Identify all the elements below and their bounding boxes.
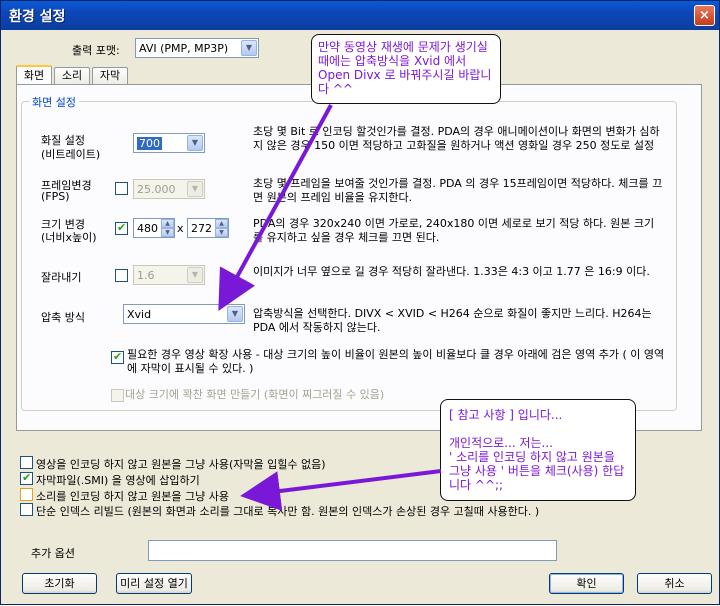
height-spinner[interactable]: 272 ▲ ▼: [187, 218, 229, 238]
quality-description: 초당 몇 Bit 로 인코딩 할것인가를 결정. PDA의 경우 애니메이션이나…: [253, 125, 660, 152]
extra-options-label: 추가 옵션: [31, 547, 75, 560]
crop-checkbox[interactable]: [115, 269, 128, 282]
output-format-label: 출력 포맷:: [72, 44, 120, 57]
group-title: 화면 설정: [29, 94, 79, 110]
option-label-1: 자막파일(.SMI) 을 영상에 삽입하기: [36, 474, 200, 487]
cancel-button[interactable]: 취소: [637, 573, 712, 594]
spin-down-icon[interactable]: ▼: [215, 228, 228, 237]
fit-checkbox[interactable]: [111, 389, 124, 402]
crop-value: 1.6: [137, 269, 155, 282]
width-value: 480: [137, 222, 158, 235]
option-label-0: 영상을 인코딩 하지 않고 원본을 그냥 사용(자막을 입힐수 없음): [36, 458, 326, 471]
callout-compression-text: 만약 동영상 재생에 문제가 생기실때에는 압축방식을 Xvid 에서 Open…: [318, 40, 492, 96]
compression-select[interactable]: Xvid ▼: [123, 304, 245, 324]
crop-description: 이미지가 너무 옆으로 길 경우 적당히 잘라낸다. 1.33은 4:3 이고 …: [253, 265, 650, 278]
spin-up-icon[interactable]: ▲: [161, 219, 174, 228]
close-button[interactable]: ×: [694, 5, 715, 26]
chevron-down-icon[interactable]: ▼: [227, 306, 243, 322]
width-spinner[interactable]: 480 ▲ ▼: [133, 218, 175, 238]
crop-label: 잘라내기: [41, 271, 82, 284]
chevron-down-icon[interactable]: ▼: [187, 181, 203, 197]
extra-options-input[interactable]: [148, 540, 557, 561]
quality-label-sub: (비트레이트): [41, 148, 101, 161]
title-bar[interactable]: 환경 설정 ×: [1, 1, 719, 30]
chevron-down-icon[interactable]: ▼: [187, 135, 203, 151]
option-checkbox-1[interactable]: [20, 471, 33, 485]
tab-subtitle[interactable]: 자막: [92, 67, 128, 85]
resize-description: PDA의 경우 320x240 이면 가로로, 240x180 이면 세로로 보…: [253, 217, 655, 244]
callout-compression-note: 만약 동영상 재생에 문제가 생기실때에는 압축방식을 Xvid 에서 Open…: [311, 34, 501, 104]
crop-select[interactable]: 1.6 ▼: [133, 265, 205, 285]
output-format-value: AVI (PMP, MP3P): [139, 42, 229, 55]
framerate-select[interactable]: 25.000 ▼: [133, 179, 205, 199]
tab-video[interactable]: 화면: [16, 65, 52, 86]
option-checkbox-2[interactable]: [20, 488, 33, 501]
expand-label: 필요한 경우 영상 확장 사용 - 대상 크기의 높이 비율이 원본의 높이 비…: [127, 348, 665, 375]
tab-audio[interactable]: 소리: [54, 67, 90, 85]
bitrate-select[interactable]: 700 ▼: [133, 133, 205, 153]
fit-label: 대상 크기에 꽉찬 화면 만들기 (화면이 찌그러질 수 있음): [125, 388, 385, 401]
expand-checkbox[interactable]: [111, 350, 124, 364]
option-label-2: 소리를 인코딩 하지 않고 원본을 그냥 사용: [36, 490, 230, 503]
callout-audio-line2: 개인적으로... 저는...: [449, 436, 553, 450]
load-presets-button[interactable]: 미리 설정 열기: [116, 573, 192, 594]
framerate-label-sub: (FPS): [41, 190, 70, 203]
callout-audio-note: [ 참고 사항 ] 입니다... 개인적으로... 저는... ' 소리를 인코…: [440, 399, 636, 501]
option-checkbox-3[interactable]: [20, 503, 33, 516]
resize-checkbox[interactable]: [115, 221, 128, 235]
compression-description: 압축방식을 선택한다. DIVX < XVID < H264 순으로 화질이 좋…: [253, 307, 652, 334]
callout-audio-title: [ 참고 사항 ] 입니다...: [449, 408, 563, 422]
option-label-3: 단순 인덱스 리빌드 (원본의 화면과 소리를 그대로 복사만 함. 원본의 인…: [36, 505, 540, 518]
reset-button[interactable]: 초기화: [22, 573, 97, 594]
compression-value: Xvid: [127, 308, 152, 321]
window-title: 환경 설정: [9, 9, 66, 25]
callout-audio-line3: ' 소리를 인코딩 하지 않고 원본을 그냥 사용 ' 버튼을 체크(사용) 한…: [449, 450, 625, 492]
spin-up-icon[interactable]: ▲: [215, 219, 228, 228]
framerate-value: 25.000: [137, 183, 176, 196]
chevron-down-icon[interactable]: ▼: [241, 40, 257, 56]
compression-label: 압축 방식: [41, 311, 85, 324]
framerate-checkbox[interactable]: [115, 182, 128, 195]
settings-dialog: 환경 설정 × 출력 포맷: AVI (PMP, MP3P) ▼ 화면 소리 자…: [0, 0, 720, 605]
chevron-down-icon[interactable]: ▼: [187, 267, 203, 283]
ok-button[interactable]: 확인: [549, 573, 624, 594]
option-checkbox-0[interactable]: [20, 456, 33, 469]
arrow-to-audio-option: [240, 469, 442, 511]
resize-label-sub: (너비x높이): [41, 231, 97, 244]
size-separator: x: [177, 222, 184, 235]
spin-down-icon[interactable]: ▼: [161, 228, 174, 237]
framerate-description: 초당 몇 프레임을 보여줄 것인가를 결정. PDA 의 경우 15프레임이면 …: [253, 177, 663, 204]
height-value: 272: [191, 222, 212, 235]
bitrate-value: 700: [137, 137, 162, 150]
output-format-select[interactable]: AVI (PMP, MP3P) ▼: [135, 38, 259, 58]
